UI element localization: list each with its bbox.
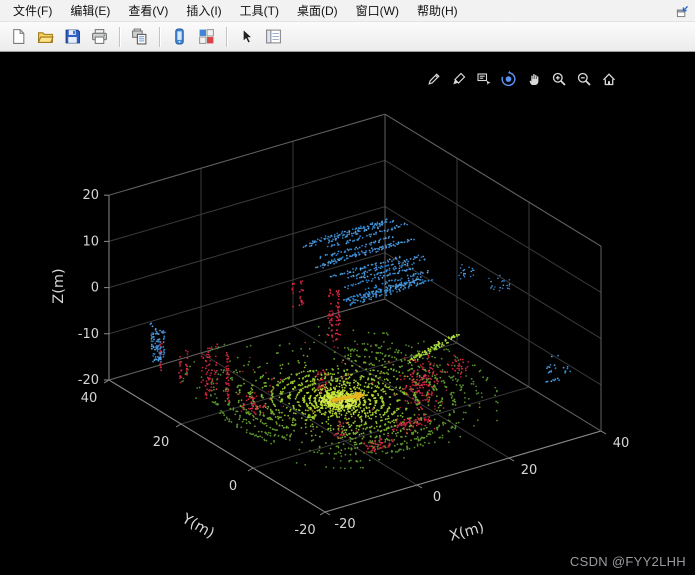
open-folder-icon (37, 32, 54, 43)
pan-hand-icon (529, 73, 538, 85)
svg-text:40: 40 (81, 391, 98, 406)
svg-text:20: 20 (82, 188, 99, 203)
property-inspector-button[interactable] (261, 25, 286, 49)
menu-view[interactable]: 查看(V) (119, 0, 177, 21)
toolbar-separator (226, 26, 227, 47)
dock-figure-icon[interactable] (674, 3, 690, 19)
home-icon (602, 72, 615, 85)
menu-file[interactable]: 文件(F) (4, 0, 61, 21)
watermark: CSDN @FYY2LHH (569, 554, 686, 569)
new-document-icon (13, 29, 25, 44)
cursor-arrow-icon (242, 28, 253, 44)
floppy-disk-icon (65, 29, 80, 44)
svg-text:20: 20 (153, 435, 170, 450)
svg-text:0: 0 (229, 479, 237, 494)
colorbar-grid-icon (199, 29, 214, 44)
svg-text:20: 20 (521, 463, 538, 478)
menu-tools[interactable]: 工具(T) (231, 0, 288, 21)
print-figure-button[interactable] (87, 25, 112, 49)
svg-text:-20: -20 (294, 523, 315, 538)
datatip-button[interactable] (473, 68, 494, 89)
link-plot-icon (175, 28, 184, 45)
menu-window[interactable]: 窗口(W) (347, 0, 408, 21)
svg-text:-20: -20 (334, 517, 355, 532)
zoom-in-button[interactable] (548, 68, 569, 89)
pan-button[interactable] (523, 68, 544, 89)
rotate-3d-button[interactable] (498, 68, 519, 89)
figure-toolbar (0, 22, 695, 52)
brush-button[interactable] (448, 68, 469, 89)
menu-help[interactable]: 帮助(H) (408, 0, 467, 21)
link-plot-button[interactable] (167, 25, 192, 49)
datatip-icon (476, 72, 491, 85)
toolbar-separator (159, 26, 160, 47)
svg-text:0: 0 (433, 490, 441, 505)
print-preview-button[interactable] (127, 25, 152, 49)
axes-toolbar (423, 68, 619, 89)
print-preview-icon (132, 28, 147, 45)
svg-text:40: 40 (613, 436, 630, 451)
svg-text:Y(m): Y(m) (178, 511, 217, 543)
svg-text:Z(m): Z(m) (51, 268, 67, 303)
zoom-out-button[interactable] (573, 68, 594, 89)
matlab-figure-window: 文件(F) 编辑(E) 查看(V) 插入(I) 工具(T) 桌面(D) 窗口(W… (0, 0, 695, 575)
svg-text:-10: -10 (78, 327, 99, 342)
open-file-button[interactable] (33, 25, 58, 49)
rotate-3d-icon (501, 70, 516, 87)
menu-insert[interactable]: 插入(I) (177, 0, 230, 21)
printer-icon (92, 29, 107, 44)
inspector-panel-icon (266, 29, 281, 44)
zoom-in-icon (552, 72, 566, 86)
export-pen-icon (427, 72, 440, 85)
menu-bar: 文件(F) 编辑(E) 查看(V) 插入(I) 工具(T) 桌面(D) 窗口(W… (0, 0, 695, 22)
svg-text:0: 0 (91, 281, 99, 296)
restore-view-button[interactable] (598, 68, 619, 89)
toolbar-separator (119, 26, 120, 47)
figure-area: 20 10 0 -10 -20 40 20 0 -20 -20 0 20 40 Z(m) Y(m) X(m) (0, 52, 695, 575)
new-figure-button[interactable] (6, 25, 31, 49)
brush-icon (452, 72, 465, 84)
menu-desktop[interactable]: 桌面(D) (288, 0, 347, 21)
svg-text:X(m): X(m) (448, 520, 486, 545)
export-button[interactable] (423, 68, 444, 89)
point-cloud-plot[interactable]: 20 10 0 -10 -20 40 20 0 -20 -20 0 20 40 Z(m) Y(m) X(m) (0, 52, 695, 575)
menu-edit[interactable]: 编辑(E) (61, 0, 119, 21)
svg-text:-20: -20 (78, 373, 99, 388)
zoom-out-icon (577, 72, 591, 86)
save-figure-button[interactable] (60, 25, 85, 49)
svg-text:10: 10 (82, 234, 99, 249)
insert-colorbar-button[interactable] (194, 25, 219, 49)
edit-plot-button[interactable] (234, 25, 259, 49)
